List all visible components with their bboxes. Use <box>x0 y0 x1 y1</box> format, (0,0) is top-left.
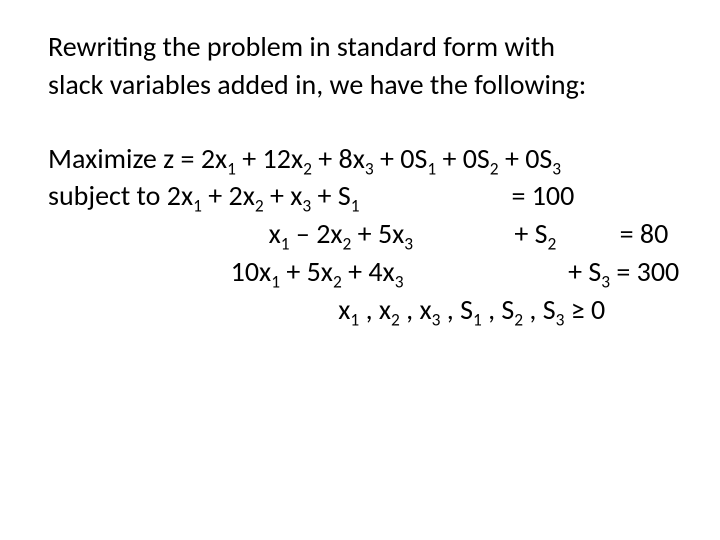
nonneg-row: x1 , x2 , x3 , S1 , S2 , S3 ≥ 0 <box>48 291 680 329</box>
c1-s1: + S <box>311 178 350 213</box>
math-block: Maximize z = 2x1 + 12x2 + 8x3 + 0S1 + 0S… <box>48 140 680 329</box>
pad <box>218 216 269 251</box>
objective-row: Maximize z = 2x1 + 12x2 + 8x3 + 0S1 + 0S… <box>48 140 680 178</box>
sub: 2 <box>333 271 342 293</box>
nn-s2: , S <box>482 292 515 327</box>
c3-rhs: = 300 <box>610 254 679 289</box>
nn-s3: , S <box>523 292 556 327</box>
intro-line-2: slack variables added in, we have the fo… <box>48 66 680 104</box>
c2-s2: + S <box>514 216 547 251</box>
sub: 1 <box>271 271 280 293</box>
pad <box>218 254 231 289</box>
sub: 3 <box>302 195 311 217</box>
c2-x2: – 2x <box>290 216 343 251</box>
c3-x1: 10x <box>231 254 272 289</box>
constraint-3-row: 10x1 + 5x2 + 4x3 + S3 = 300 <box>48 253 680 291</box>
z-s1: + 0S <box>374 141 428 176</box>
sub: 1 <box>350 308 359 330</box>
c1-rhs: = 100 <box>511 178 574 213</box>
intro-line-1: Rewriting the problem in standard form w… <box>48 28 680 66</box>
nn-x2: , x <box>359 292 391 327</box>
c2-x3: + 5x <box>351 216 404 251</box>
c1-x2: + 2x <box>202 178 255 213</box>
c3-s3: + S <box>568 254 601 289</box>
sub: 2 <box>255 195 264 217</box>
c2-rhs: = 80 <box>620 216 669 251</box>
c3-x2: + 5x <box>280 254 333 289</box>
c3-x3: + 4x <box>342 254 395 289</box>
constraint-2-row: x1 – 2x2 + 5x3 + S2 = 80 <box>48 215 680 253</box>
sub: 3 <box>404 233 413 255</box>
pad <box>556 216 619 251</box>
sub: 2 <box>303 157 312 179</box>
z-s3: + 0S <box>499 141 553 176</box>
sub: 3 <box>395 271 404 293</box>
sub: 1 <box>193 195 202 217</box>
sub: 2 <box>548 233 557 255</box>
sub: 2 <box>490 157 499 179</box>
nn-x1: x <box>338 292 350 327</box>
subject-to-label: subject to <box>48 178 160 213</box>
sub: 1 <box>227 157 236 179</box>
pad <box>360 178 512 213</box>
constraint-1-row: subject to 2x1 + 2x2 + x3 + S1 = 100 <box>48 177 680 215</box>
sub: 2 <box>391 308 400 330</box>
c1-x3: + x <box>264 178 303 213</box>
sub: 3 <box>552 157 561 179</box>
z-t1: z = 2x <box>163 141 227 176</box>
z-t3: + 8x <box>312 141 365 176</box>
sub: 2 <box>514 308 523 330</box>
c1-x1: 2x <box>167 178 193 213</box>
sub: 1 <box>473 308 482 330</box>
sub: 3 <box>365 157 374 179</box>
c2-x1: x <box>269 216 281 251</box>
sub: 1 <box>351 195 360 217</box>
sub: 1 <box>427 157 436 179</box>
nn-rhs: ≥ 0 <box>564 292 605 327</box>
sub: 3 <box>601 271 610 293</box>
z-t2: + 12x <box>236 141 303 176</box>
pad <box>413 216 514 251</box>
nn-x3: , x <box>400 292 432 327</box>
nn-s1: , S <box>440 292 473 327</box>
sub: 1 <box>281 233 290 255</box>
pad <box>404 254 569 289</box>
pad <box>218 292 338 327</box>
intro-text: Rewriting the problem in standard form w… <box>48 28 680 104</box>
z-s2: + 0S <box>436 141 490 176</box>
maximize-label: Maximize <box>48 141 157 176</box>
slide: Rewriting the problem in standard form w… <box>0 0 720 357</box>
